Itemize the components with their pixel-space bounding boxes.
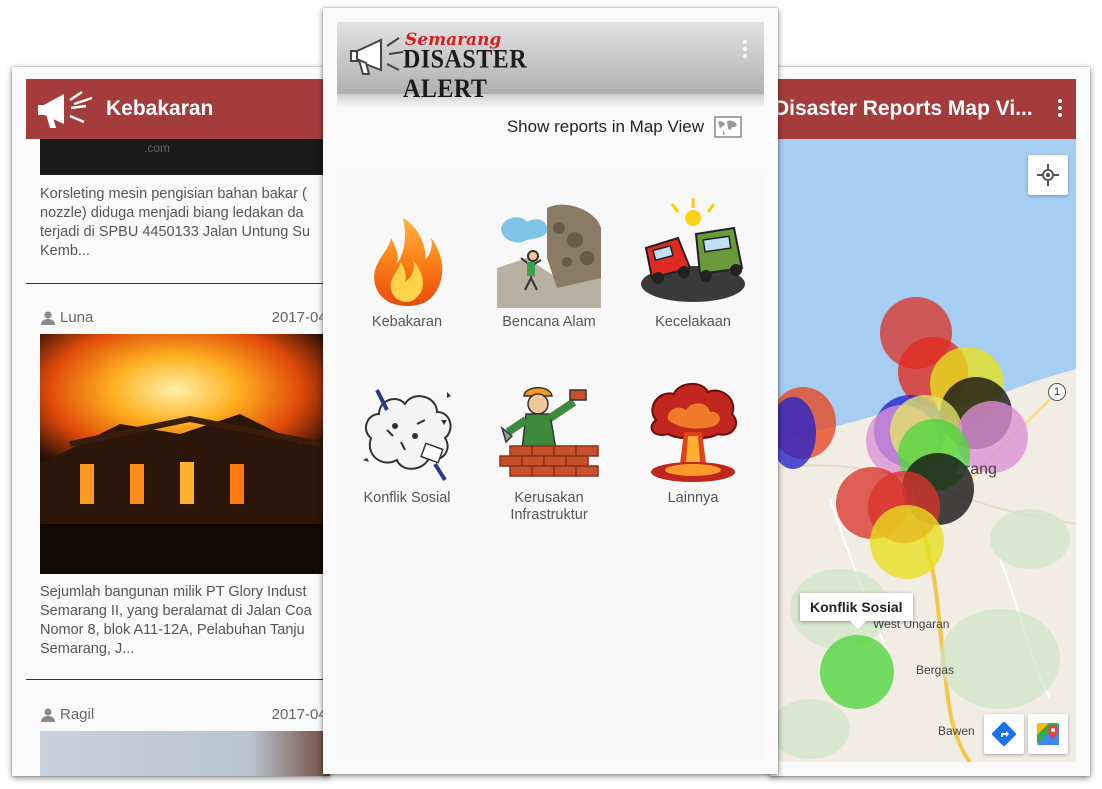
left-phone-screen: .com Korsleting mesin pengisian bahan ba… xyxy=(12,67,330,776)
post-image[interactable]: .com xyxy=(40,139,330,175)
category-lainnya[interactable]: Lainnya xyxy=(623,380,763,507)
app-bar: Kebakaran xyxy=(26,79,330,139)
open-in-maps-button[interactable] xyxy=(1028,714,1068,754)
post-header: Luna 2017-04-1 xyxy=(40,309,330,326)
image-watermark: .com xyxy=(144,141,171,155)
post-excerpt[interactable]: Korsleting mesin pengisian bahan bakar (… xyxy=(40,185,330,261)
map-label-bergas: Bergas xyxy=(916,663,955,677)
app-logo: Semarang DISASTER ALERT xyxy=(349,30,549,104)
post-header: Ragil 2017-04-1 xyxy=(40,706,330,723)
user-icon xyxy=(41,311,55,325)
show-map-view-button[interactable]: Show reports in Map View xyxy=(507,116,742,138)
user-icon xyxy=(41,708,55,722)
post-date: 2017-04-1 xyxy=(271,309,330,326)
kebakaran-feed: .com Korsleting mesin pengisian bahan ba… xyxy=(26,79,330,776)
right-phone-screen: arang West Ungaran Bergas Bawen 1 Konfli… xyxy=(770,67,1090,776)
marker-info-window[interactable]: Konflik Sosial xyxy=(800,593,913,629)
center-phone-screen: Semarang DISASTER ALERT Show reports in … xyxy=(323,8,778,774)
disaster-marker[interactable] xyxy=(870,505,944,579)
map-label-bawen: Bawen xyxy=(938,724,975,738)
app-bar: Disaster Reports Map Vi... xyxy=(770,79,1076,139)
disaster-map[interactable]: arang West Ungaran Bergas Bawen 1 Konfli… xyxy=(770,139,1076,762)
location-crosshair-icon xyxy=(1037,164,1059,186)
category-label: Lainnya xyxy=(667,490,719,506)
category-label: Konflik Sosial xyxy=(363,490,451,506)
post-date: 2017-04-1 xyxy=(271,706,330,723)
directions-button[interactable] xyxy=(984,714,1024,754)
post-username: Ragil xyxy=(60,706,95,723)
divider xyxy=(26,283,330,284)
burning-building-image xyxy=(40,334,330,574)
category-label: Kerusakan Infrastruktur xyxy=(510,490,588,523)
category-konflik-sosial[interactable]: Konflik Sosial xyxy=(337,380,477,507)
landslide-icon xyxy=(497,204,601,308)
road-shield: 1 xyxy=(1048,383,1066,401)
screen-title: Disaster Reports Map Vi... xyxy=(774,97,1033,120)
post-image[interactable] xyxy=(40,731,330,776)
category-label: Bencana Alam xyxy=(502,314,596,330)
logo-title: DISASTER ALERT xyxy=(403,45,528,104)
my-location-button[interactable] xyxy=(1028,155,1068,195)
explosion-icon xyxy=(650,383,737,482)
category-kebakaran[interactable]: Kebakaran xyxy=(337,198,477,331)
category-grid: Kebakaran Bencana Alam Kecelakaan Konfli… xyxy=(337,170,764,760)
category-kecelakaan[interactable]: Kecelakaan xyxy=(623,198,763,331)
construction-worker-icon xyxy=(499,387,599,477)
disaster-marker-selected[interactable] xyxy=(820,635,894,709)
overflow-menu-icon[interactable] xyxy=(1057,99,1063,117)
fight-cloud-icon xyxy=(363,389,452,482)
overflow-menu-icon[interactable] xyxy=(742,40,748,58)
fire-icon xyxy=(374,218,443,306)
post-image-fire[interactable] xyxy=(40,334,330,574)
category-label: Kecelakaan xyxy=(655,314,731,330)
post-username: Luna xyxy=(60,309,94,326)
google-maps-icon xyxy=(1037,723,1059,745)
category-kerusakan-infrastruktur[interactable]: Kerusakan Infrastruktur xyxy=(479,380,619,524)
screen-title: Kebakaran xyxy=(106,97,214,120)
category-bencana-alam[interactable]: Bencana Alam xyxy=(479,198,619,331)
directions-icon xyxy=(992,722,1016,746)
megaphone-icon xyxy=(350,37,404,75)
post-excerpt[interactable]: Sejumlah bangunan milik PT Glory Indust … xyxy=(40,583,330,659)
car-crash-icon xyxy=(641,198,745,302)
world-map-icon xyxy=(714,116,742,138)
post-user: Luna xyxy=(40,309,93,326)
category-label: Kebakaran xyxy=(371,314,443,330)
show-map-label: Show reports in Map View xyxy=(506,117,704,136)
post-user: Ragil xyxy=(40,706,94,723)
header-shadow xyxy=(337,94,764,108)
divider xyxy=(26,679,330,680)
megaphone-icon xyxy=(38,90,93,128)
map-label-city: arang xyxy=(956,461,997,478)
